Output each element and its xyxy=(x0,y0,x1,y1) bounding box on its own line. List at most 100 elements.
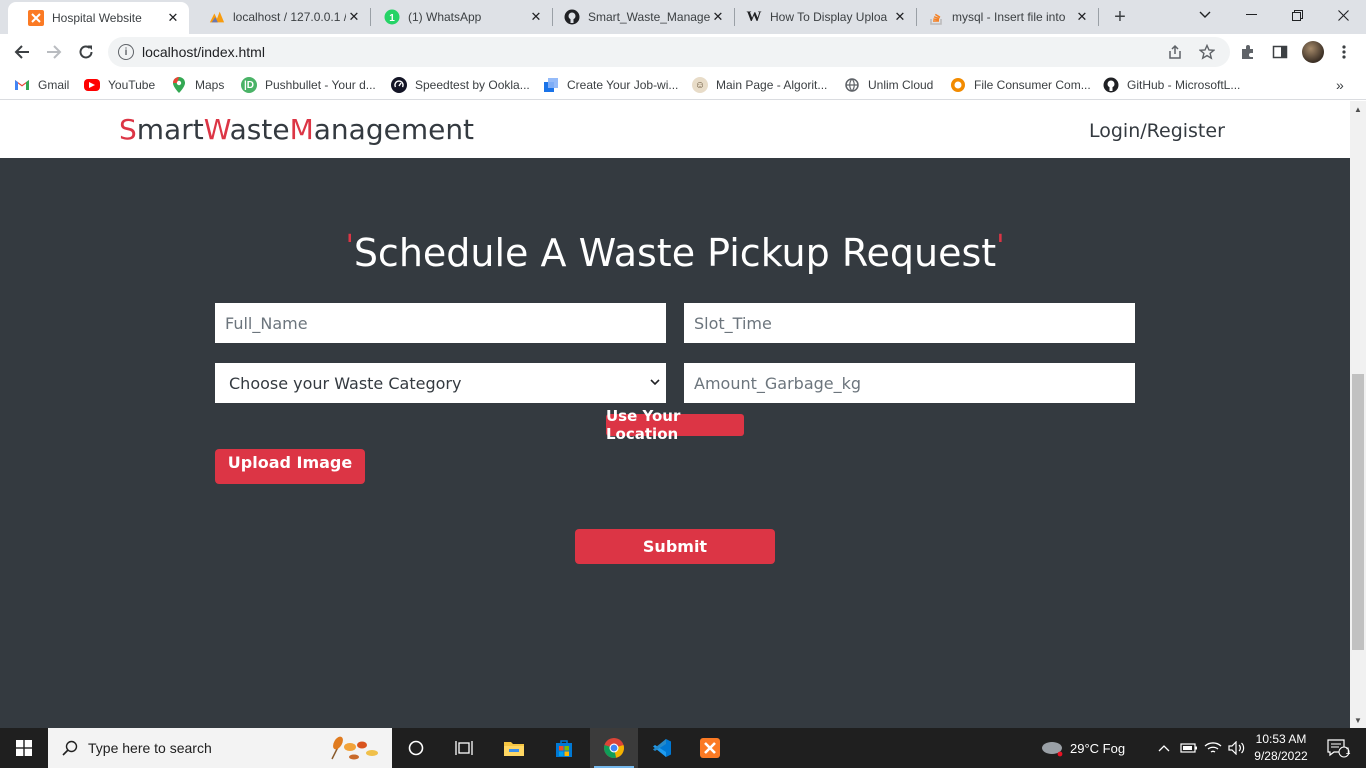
close-tab-icon[interactable]: ✕ xyxy=(528,9,544,25)
microsoft-store-icon[interactable] xyxy=(544,728,584,768)
vscode-icon[interactable] xyxy=(640,728,684,768)
tab-mysql-insert[interactable]: mysql - Insert file into ✕ xyxy=(908,0,1098,34)
tab-how-to-display[interactable]: W How To Display Uploa ✕ xyxy=(726,0,916,34)
wifi-icon[interactable] xyxy=(1202,728,1224,768)
xampp-taskbar-icon[interactable] xyxy=(688,728,732,768)
bookmark-label: Main Page - Algorit... xyxy=(716,78,828,92)
close-tab-icon[interactable]: ✕ xyxy=(710,9,726,25)
new-tab-plus-icon[interactable]: + xyxy=(1108,5,1132,29)
tab-whatsapp[interactable]: 1 (1) WhatsApp ✕ xyxy=(364,0,552,34)
forward-arrow-icon[interactable] xyxy=(40,38,68,66)
extensions-puzzle-icon[interactable] xyxy=(1238,42,1258,62)
tab-title: mysql - Insert file into xyxy=(952,10,1066,24)
close-tab-icon[interactable]: ✕ xyxy=(165,10,181,26)
algorithm-icon: ☺ xyxy=(692,77,708,93)
taskbar-search-box[interactable]: Type here to search xyxy=(48,728,392,768)
bookmark-speedtest[interactable]: Speedtest by Ookla... xyxy=(391,76,530,94)
bookmark-label: Maps xyxy=(195,78,225,92)
tab-github-smart-waste[interactable]: Smart_Waste_Manage ✕ xyxy=(544,0,734,34)
svg-text:1: 1 xyxy=(389,13,395,24)
bookmark-maps[interactable]: Maps xyxy=(171,76,224,94)
xampp-icon xyxy=(28,10,44,26)
close-window-icon[interactable] xyxy=(1320,0,1366,30)
more-menu-icon[interactable] xyxy=(1334,42,1354,62)
globe-icon xyxy=(844,77,860,93)
login-register-link[interactable]: Login/Register xyxy=(1089,120,1225,142)
amount-garbage-placeholder: Amount_Garbage_kg xyxy=(694,373,862,393)
bookmark-unlim-cloud[interactable]: Unlim Cloud xyxy=(844,76,933,94)
site-info-icon[interactable]: i xyxy=(118,44,134,60)
task-view-icon[interactable] xyxy=(444,728,484,768)
scrollbar-thumb[interactable] xyxy=(1352,374,1364,650)
bookmarks-overflow-icon[interactable]: » xyxy=(1336,76,1344,94)
url-text: localhost/index.html xyxy=(142,44,265,60)
reload-icon[interactable] xyxy=(72,38,100,66)
battery-icon[interactable] xyxy=(1178,728,1200,768)
show-hidden-icons-chevron-icon[interactable] xyxy=(1154,728,1174,768)
waste-category-selected: Choose your Waste Category xyxy=(229,373,462,393)
file-explorer-icon[interactable] xyxy=(494,728,534,768)
search-icon xyxy=(60,738,80,758)
cortana-circle-icon[interactable] xyxy=(396,728,436,768)
tab-search-chevron-icon[interactable] xyxy=(1182,0,1228,30)
close-tab-icon[interactable]: ✕ xyxy=(1074,9,1090,25)
restore-icon[interactable] xyxy=(1274,0,1320,30)
amount-garbage-input[interactable]: Amount_Garbage_kg xyxy=(684,363,1135,403)
bookmark-label: Pushbullet - Your d... xyxy=(265,78,376,92)
bookmark-label: Speedtest by Ookla... xyxy=(415,78,530,92)
upload-image-button[interactable]: Upload Image xyxy=(215,449,365,484)
back-arrow-icon[interactable] xyxy=(8,38,36,66)
minimize-icon[interactable] xyxy=(1228,0,1274,30)
page-title: 'Schedule A Waste Pickup Request' xyxy=(0,229,1350,275)
bookmark-file-consumer[interactable]: File Consumer Com... xyxy=(950,76,1091,94)
close-tab-icon[interactable]: ✕ xyxy=(892,9,908,25)
submit-button[interactable]: Submit xyxy=(575,529,775,564)
w-icon: W xyxy=(746,8,762,25)
scroll-up-icon[interactable]: ▲ xyxy=(1350,101,1366,117)
chrome-taskbar-icon[interactable] xyxy=(590,728,638,768)
page-viewport: SmartWasteManagement Login/Register 'Sch… xyxy=(0,101,1350,728)
slot-time-input[interactable]: Slot_Time xyxy=(684,303,1135,343)
bookmark-algorithm[interactable]: ☺ Main Page - Algorit... xyxy=(692,76,827,94)
brand-letter-m: M xyxy=(289,113,314,146)
tab-title: localhost / 127.0.0.1 / xyxy=(233,10,346,24)
bookmark-star-icon[interactable] xyxy=(1198,43,1216,61)
tab-separator xyxy=(1098,8,1099,26)
taskbar-clock[interactable]: 10:53 AM 9/28/2022 xyxy=(1244,731,1318,765)
address-bar[interactable]: i localhost/index.html xyxy=(108,37,1230,67)
weather-text[interactable]: 29°C Fog xyxy=(1070,728,1140,768)
windows-taskbar: Type here to search 29°C Fog 10:53 AM 9/… xyxy=(0,728,1366,768)
side-panel-icon[interactable] xyxy=(1270,42,1290,62)
windows-start-icon[interactable] xyxy=(0,728,48,768)
quote-close: ' xyxy=(996,229,1005,264)
scroll-down-icon[interactable]: ▼ xyxy=(1350,712,1366,728)
slot-time-placeholder: Slot_Time xyxy=(694,313,772,333)
full-name-input[interactable]: Full_Name xyxy=(215,303,666,343)
search-placeholder: Type here to search xyxy=(88,740,212,756)
close-tab-icon[interactable]: ✕ xyxy=(346,9,362,25)
brand-text-aste: aste xyxy=(229,113,290,146)
bookmark-pushbullet[interactable]: |D Pushbullet - Your d... xyxy=(241,76,376,94)
tab-title: Smart_Waste_Manage xyxy=(588,10,710,24)
tab-hospital-website[interactable]: Hospital Website ✕ xyxy=(8,2,189,34)
share-icon[interactable] xyxy=(1166,43,1184,61)
site-header: SmartWasteManagement Login/Register xyxy=(0,101,1350,158)
quote-open: ' xyxy=(345,229,354,264)
bookmark-gmail[interactable]: Gmail xyxy=(14,76,69,94)
notification-count: 1 xyxy=(1345,746,1351,756)
use-location-button[interactable]: Use Your Location xyxy=(606,407,744,443)
page-scrollbar[interactable]: ▲ ▼ xyxy=(1350,101,1366,728)
tab-title: (1) WhatsApp xyxy=(408,10,482,24)
waste-category-select[interactable]: Choose your Waste Category xyxy=(215,363,666,403)
bookmark-youtube[interactable]: YouTube xyxy=(84,76,155,94)
weather-fog-icon[interactable] xyxy=(1038,728,1066,768)
whatsapp-icon: 1 xyxy=(384,9,400,25)
pushbullet-icon: |D xyxy=(241,77,257,93)
profile-avatar[interactable] xyxy=(1302,41,1324,63)
site-brand-logo[interactable]: SmartWasteManagement xyxy=(119,113,474,146)
bookmark-github-microsoft[interactable]: GitHub - MicrosoftL... xyxy=(1103,76,1240,94)
tab-phpmyadmin[interactable]: localhost / 127.0.0.1 / ✕ xyxy=(189,0,370,34)
notification-center-icon[interactable]: 1 xyxy=(1320,728,1356,768)
full-name-placeholder: Full_Name xyxy=(225,313,308,333)
bookmark-create-job[interactable]: Create Your Job-wi... xyxy=(543,76,678,94)
